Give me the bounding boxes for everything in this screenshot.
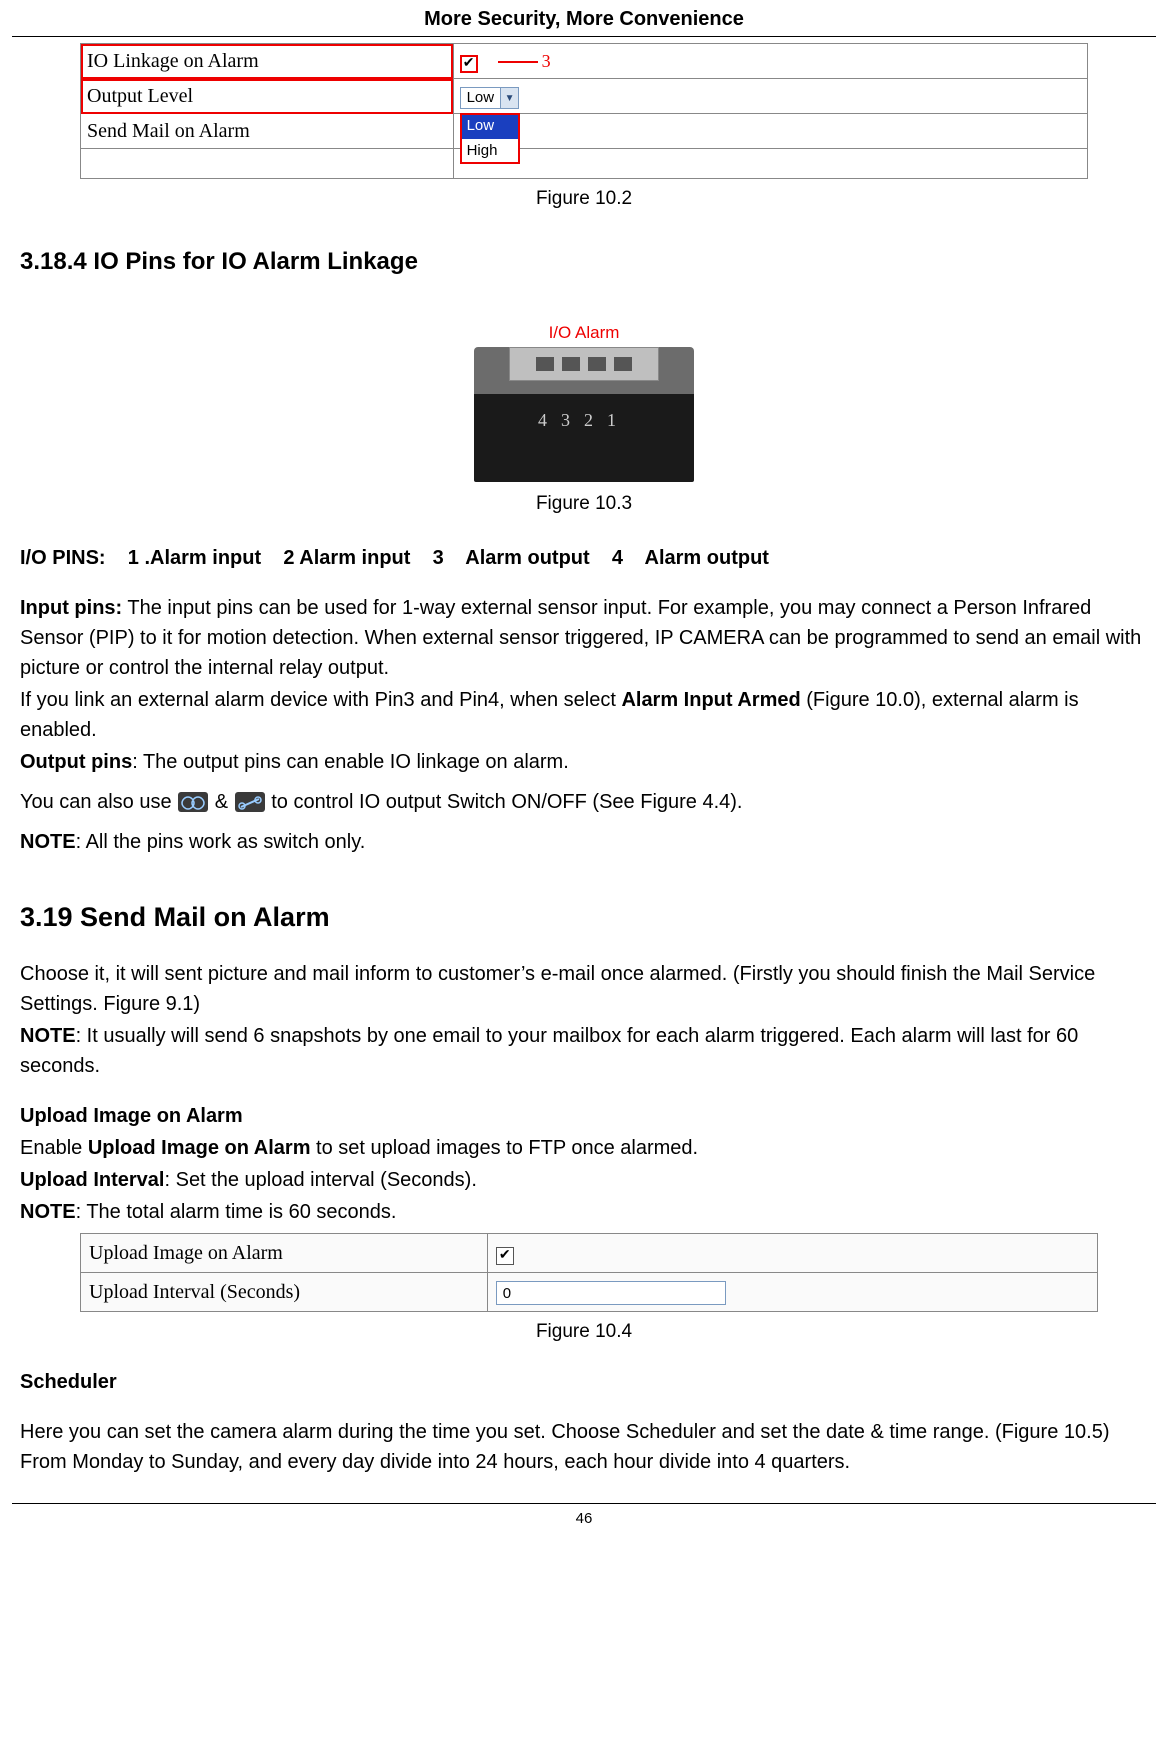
- io-linkage-value-cell: ✔ 3: [453, 44, 1087, 79]
- page-header: More Security, More Convenience: [12, 0, 1156, 37]
- upload-interval-input[interactable]: 0: [496, 1281, 726, 1305]
- switch-off-icon: [235, 792, 265, 812]
- dropdown-option-high[interactable]: High: [461, 139, 519, 164]
- output-level-dropdown-list[interactable]: Low High: [460, 113, 520, 164]
- upload-image-checkbox[interactable]: ✔: [496, 1247, 514, 1265]
- io-connector-graphic: 4321: [474, 347, 694, 482]
- upload-image-paragraph: Enable Upload Image on Alarm to set uplo…: [20, 1133, 1148, 1163]
- page-footer: 46: [12, 1503, 1156, 1531]
- callout-3: 3: [498, 48, 551, 75]
- figure-10-3-caption: Figure 10.3: [20, 490, 1148, 519]
- output-level-value-cell: Low ▼ Low High 4: [453, 79, 1087, 114]
- upload-image-heading: Upload Image on Alarm: [20, 1101, 1148, 1131]
- upload-note-paragraph: NOTE: The total alarm time is 60 seconds…: [20, 1197, 1148, 1227]
- output-pins-paragraph: Output pins: The output pins can enable …: [20, 747, 1148, 777]
- figure-10-3-image: I/O Alarm 4321: [20, 320, 1148, 483]
- io-alarm-label: I/O Alarm: [20, 320, 1148, 346]
- dropdown-option-low[interactable]: Low: [461, 114, 519, 139]
- scheduler-paragraph: Here you can set the camera alarm during…: [20, 1417, 1148, 1477]
- upload-settings-table: Upload Image on Alarm ✔ Upload Interval …: [80, 1233, 1098, 1312]
- switch-on-icon: [178, 792, 208, 812]
- note-pins-paragraph: NOTE: All the pins work as switch only.: [20, 827, 1148, 857]
- io-linkage-table: IO Linkage on Alarm ✔ 3 Output Level Low…: [80, 43, 1088, 179]
- input-pins-paragraph: Input pins: The input pins can be used f…: [20, 593, 1148, 683]
- figure-10-2-caption: Figure 10.2: [20, 185, 1148, 214]
- output-level-dropdown[interactable]: Low ▼: [460, 87, 520, 109]
- io-pins-line: I/O PINS: 1 .Alarm input 2 Alarm input 3…: [20, 543, 1148, 573]
- upload-image-label: Upload Image on Alarm: [81, 1234, 488, 1273]
- heading-3-18-4: 3.18.4 IO Pins for IO Alarm Linkage: [20, 244, 1148, 280]
- upload-interval-value-cell: 0: [487, 1273, 1097, 1312]
- chevron-down-icon: ▼: [500, 88, 518, 108]
- section-319-intro: Choose it, it will sent picture and mail…: [20, 959, 1148, 1019]
- figure-10-2-screenshot: IO Linkage on Alarm ✔ 3 Output Level Low…: [80, 43, 1088, 179]
- io-control-paragraph: You can also use & to control IO output …: [20, 787, 1148, 817]
- io-linkage-label: IO Linkage on Alarm: [81, 44, 454, 79]
- section-319-note: NOTE: It usually will send 6 snapshots b…: [20, 1021, 1148, 1081]
- send-mail-value-cell: [453, 114, 1087, 149]
- upload-interval-label: Upload Interval (Seconds): [81, 1273, 488, 1312]
- figure-10-4-caption: Figure 10.4: [20, 1318, 1148, 1347]
- link-external-paragraph: If you link an external alarm device wit…: [20, 685, 1148, 745]
- output-level-label: Output Level: [81, 79, 454, 114]
- upload-image-value-cell: ✔: [487, 1234, 1097, 1273]
- io-linkage-checkbox[interactable]: ✔: [460, 55, 478, 73]
- scheduler-heading: Scheduler: [20, 1367, 1148, 1397]
- send-mail-label: Send Mail on Alarm: [81, 114, 454, 149]
- upload-interval-paragraph: Upload Interval: Set the upload interval…: [20, 1165, 1148, 1195]
- heading-3-19: 3.19 Send Mail on Alarm: [20, 897, 1148, 938]
- figure-10-4-screenshot: Upload Image on Alarm ✔ Upload Interval …: [80, 1233, 1098, 1312]
